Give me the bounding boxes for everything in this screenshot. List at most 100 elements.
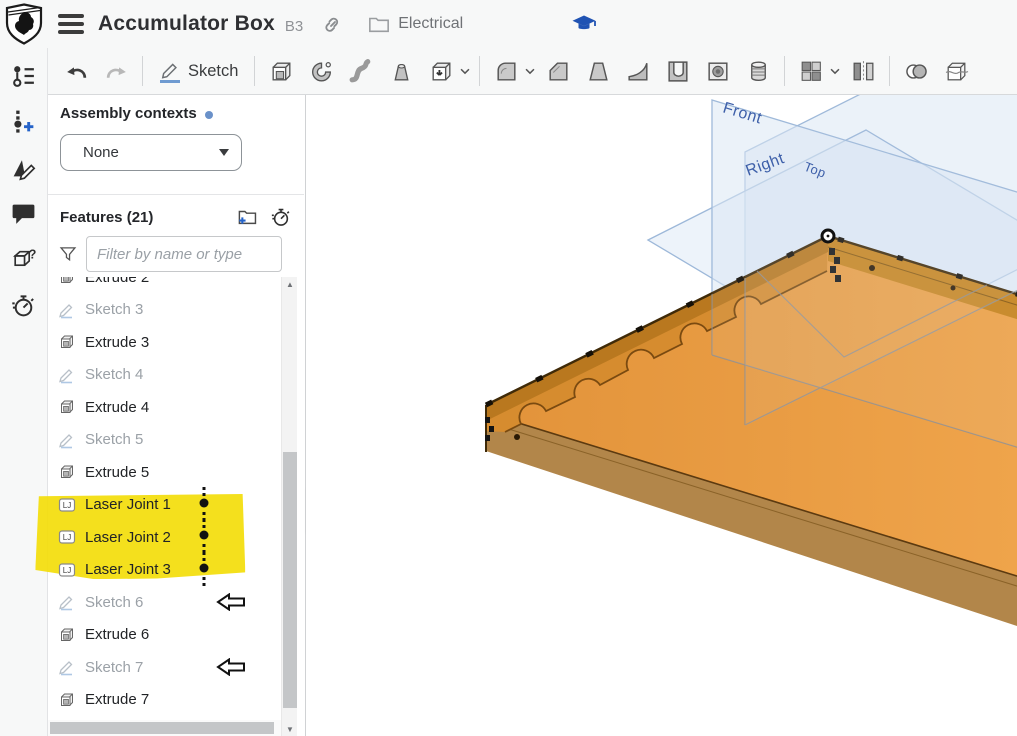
draft-icon xyxy=(585,58,612,85)
assembly-contexts-value: None xyxy=(83,144,219,161)
feature-label: Sketch 7 xyxy=(85,659,143,676)
extrude-feature-icon xyxy=(58,463,76,481)
sweep-button[interactable] xyxy=(341,52,381,90)
feature-label: Extrude 4 xyxy=(85,399,149,416)
extrude-button[interactable] xyxy=(261,52,301,90)
feature-row-extrude-2[interactable]: Extrude 2 xyxy=(48,277,281,294)
feature-row-laser-joint-1[interactable]: LJLaser Joint 1 xyxy=(48,489,281,522)
versions-history-icon[interactable] xyxy=(7,58,41,92)
sketch-button[interactable]: Sketch xyxy=(149,52,248,90)
feature-row-extrude-4[interactable]: Extrude 4 xyxy=(48,391,281,424)
extrude-icon xyxy=(268,58,295,85)
add-folder-icon[interactable] xyxy=(236,206,258,228)
feature-row-laser-joint-2[interactable]: LJLaser Joint 2 xyxy=(48,521,281,554)
insert-plus-icon[interactable] xyxy=(7,104,41,138)
feature-filter-input[interactable] xyxy=(86,236,282,272)
cube-question-icon[interactable] xyxy=(7,242,41,276)
feature-label: Extrude 3 xyxy=(85,334,149,351)
feature-row-laser-joint-3[interactable]: LJLaser Joint 3 xyxy=(48,554,281,587)
boolean-icon xyxy=(903,58,930,85)
link-icon[interactable] xyxy=(321,12,345,36)
document-header: Accumulator Box B3 Electrical xyxy=(0,0,1017,48)
3d-viewport[interactable]: Front Right Top xyxy=(306,95,1017,736)
feature-row-sketch-3[interactable]: Sketch 3 xyxy=(48,294,281,327)
thicken-button[interactable] xyxy=(421,52,461,90)
horizontal-scrollbar[interactable] xyxy=(48,720,281,736)
chamfer-icon xyxy=(545,58,572,85)
feature-panel: Assembly contexts None Features (21) Ext… xyxy=(48,95,306,736)
loft-icon xyxy=(388,58,415,85)
thicken-menu-caret-icon[interactable] xyxy=(457,52,473,90)
sweep-icon xyxy=(348,58,375,85)
sketch-feature-icon xyxy=(58,658,76,676)
comment-bubble-icon[interactable] xyxy=(7,196,41,230)
shell-button[interactable] xyxy=(658,52,698,90)
vertical-dots-badge-icon xyxy=(198,519,210,555)
laser-joint-feature-icon: LJ xyxy=(58,561,76,579)
feature-label: Sketch 4 xyxy=(85,366,143,383)
scroll-up-arrow[interactable]: ▲ xyxy=(282,277,298,291)
filter-funnel-icon[interactable] xyxy=(58,244,78,264)
feature-row-sketch-5[interactable]: Sketch 5 xyxy=(48,424,281,457)
draft-button[interactable] xyxy=(578,52,618,90)
vertical-dots-badge-icon xyxy=(198,552,210,588)
feature-row-extrude-5[interactable]: Extrude 5 xyxy=(48,456,281,489)
info-dot-icon xyxy=(205,111,213,119)
toolbar-divider xyxy=(142,56,143,86)
pattern-icon xyxy=(798,58,825,85)
horizontal-scrollbar-thumb[interactable] xyxy=(50,722,274,734)
feature-row-extrude-3[interactable]: Extrude 3 xyxy=(48,326,281,359)
education-cap-icon[interactable] xyxy=(571,12,597,36)
extrude-feature-icon xyxy=(58,398,76,416)
linear-pattern-button[interactable] xyxy=(791,52,831,90)
feature-label: Extrude 5 xyxy=(85,464,149,481)
svg-text:LJ: LJ xyxy=(63,533,71,542)
assembly-contexts-dropdown[interactable]: None xyxy=(60,134,242,171)
fillet-menu-caret-icon[interactable] xyxy=(522,52,538,90)
version-badge[interactable]: B3 xyxy=(285,18,303,35)
edit-triangle-pencil-icon[interactable] xyxy=(7,150,41,184)
sketch-button-label: Sketch xyxy=(188,62,238,81)
vertical-scrollbar[interactable]: ▲ ▼ xyxy=(281,277,297,736)
panel-divider xyxy=(48,194,304,195)
redo-button[interactable] xyxy=(96,52,136,90)
chamfer-button[interactable] xyxy=(538,52,578,90)
vertical-scrollbar-thumb[interactable] xyxy=(283,452,297,708)
split-button[interactable] xyxy=(936,52,976,90)
document-title: Accumulator Box xyxy=(98,12,275,36)
extrude-feature-icon xyxy=(58,333,76,351)
loft-button[interactable] xyxy=(381,52,421,90)
feature-row-sketch-7[interactable]: Sketch 7 xyxy=(48,651,281,684)
feature-row-sketch-4[interactable]: Sketch 4 xyxy=(48,359,281,392)
extrude-feature-icon xyxy=(58,277,76,286)
scroll-down-arrow[interactable]: ▼ xyxy=(282,722,298,736)
left-rail xyxy=(0,48,48,736)
revolve-button[interactable] xyxy=(301,52,341,90)
left-arrow-annotation-icon xyxy=(216,593,246,611)
boolean-button[interactable] xyxy=(896,52,936,90)
folder-icon[interactable] xyxy=(367,13,391,35)
origin-point[interactable] xyxy=(822,230,834,242)
undo-button[interactable] xyxy=(56,52,96,90)
pattern-menu-caret-icon[interactable] xyxy=(827,52,843,90)
thread-button[interactable] xyxy=(738,52,778,90)
rib-button[interactable] xyxy=(618,52,658,90)
mirror-button[interactable] xyxy=(843,52,883,90)
toolbar-divider xyxy=(784,56,785,86)
hamburger-menu-icon[interactable] xyxy=(58,14,84,34)
sketch-feature-icon xyxy=(58,431,76,449)
feature-row-extrude-6[interactable]: Extrude 6 xyxy=(48,619,281,652)
features-title: Features (21) xyxy=(60,209,224,226)
folder-name-label[interactable]: Electrical xyxy=(398,15,463,33)
fillet-button[interactable] xyxy=(486,52,526,90)
feature-row-extrude-7[interactable]: Extrude 7 xyxy=(48,684,281,717)
onshape-window: Accumulator Box B3 Electrical Sketch Ass… xyxy=(0,0,1017,736)
rib-icon xyxy=(625,58,652,85)
undo-icon xyxy=(63,58,90,85)
rollback-timer-icon[interactable] xyxy=(270,206,292,228)
hole-button[interactable] xyxy=(698,52,738,90)
shield-crest-logo-icon[interactable] xyxy=(2,1,46,47)
shell-icon xyxy=(665,58,692,85)
stopwatch-icon[interactable] xyxy=(7,288,41,322)
feature-row-sketch-6[interactable]: Sketch 6 xyxy=(48,586,281,619)
